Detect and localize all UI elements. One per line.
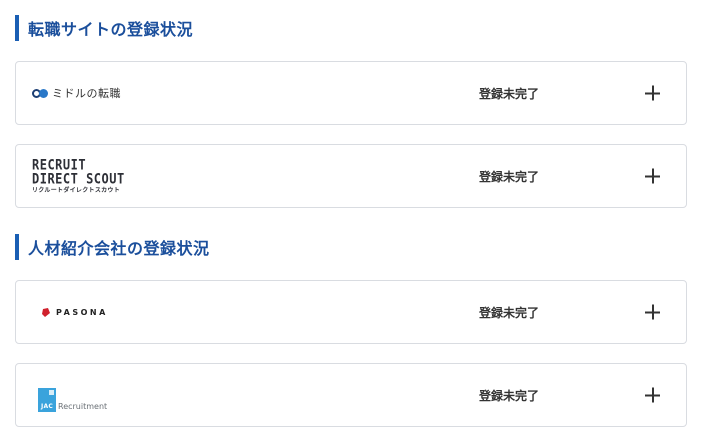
recruit-logo-line3: リクルートダイレクトスカウト bbox=[32, 186, 121, 194]
job-site-card-middle[interactable]: ミドルの転職 登録未完了 bbox=[15, 61, 687, 125]
registration-status: 登録未完了 bbox=[479, 169, 540, 184]
registration-status: 登録未完了 bbox=[479, 305, 540, 320]
registration-status: 登録未完了 bbox=[479, 86, 540, 101]
middle-logo-text: ミドルの転職 bbox=[52, 87, 121, 100]
middle-logo-mark-icon bbox=[32, 88, 48, 98]
middle-logo: ミドルの転職 bbox=[32, 62, 121, 124]
plus-icon[interactable] bbox=[645, 85, 660, 101]
agency-card-pasona[interactable]: PASONA 登録未完了 bbox=[15, 280, 687, 344]
recruit-logo-line1: RECRUIT bbox=[32, 156, 87, 173]
job-sites-heading-text: 転職サイトの登録状況 bbox=[28, 20, 194, 39]
jac-logo-mark-text: JAC bbox=[41, 403, 53, 410]
jac-logo-mark-icon: JAC bbox=[38, 388, 56, 412]
pasona-logo-text: PASONA bbox=[56, 307, 108, 317]
agency-card-jac-recruitment[interactable]: JAC Recruitment 登録未完了 bbox=[15, 363, 687, 427]
recruit-logo-line2: DIRECT SCOUT bbox=[32, 170, 125, 187]
pasona-mark-icon bbox=[42, 307, 50, 317]
recruit-direct-scout-logo: RECRUIT DIRECT SCOUT リクルートダイレクトスカウト bbox=[32, 145, 125, 207]
registration-status: 登録未完了 bbox=[479, 388, 540, 403]
job-site-card-recruit-direct-scout[interactable]: RECRUIT DIRECT SCOUT リクルートダイレクトスカウト 登録未完… bbox=[15, 144, 687, 208]
plus-icon[interactable] bbox=[645, 304, 660, 320]
plus-icon[interactable] bbox=[645, 168, 660, 184]
plus-icon[interactable] bbox=[645, 387, 660, 403]
pasona-logo: PASONA bbox=[32, 281, 108, 343]
agencies-heading: 人材紹介会社の登録状況 bbox=[15, 234, 210, 260]
jac-recruitment-logo: JAC Recruitment bbox=[32, 364, 107, 426]
jac-logo-text: Recruitment bbox=[58, 402, 108, 411]
job-sites-heading: 転職サイトの登録状況 bbox=[15, 15, 193, 41]
agencies-heading-text: 人材紹介会社の登録状況 bbox=[28, 239, 210, 258]
